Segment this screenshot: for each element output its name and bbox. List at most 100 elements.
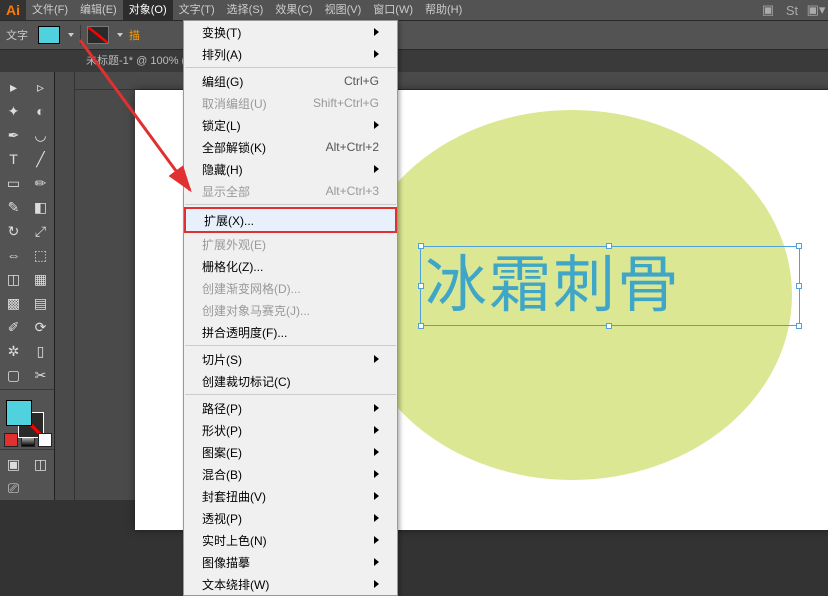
submenu-arrow-icon	[374, 121, 379, 129]
menu-view[interactable]: 视图(V)	[319, 0, 368, 20]
pen-tool-icon[interactable]: ✒	[0, 123, 27, 147]
screen-mode-icon[interactable]: ▣	[0, 452, 27, 476]
artboard-tool-icon[interactable]: ▢	[0, 363, 27, 387]
selection-handle[interactable]	[796, 283, 802, 289]
help-icon[interactable]: ▣	[756, 0, 780, 22]
menu-item: 创建对象马赛克(J)...	[184, 299, 397, 321]
menu-edit[interactable]: 编辑(E)	[74, 0, 123, 20]
menu-item[interactable]: 创建裁切标记(C)	[184, 370, 397, 392]
free-transform-tool-icon[interactable]: ⬚	[27, 243, 54, 267]
menu-item[interactable]: 栅格化(Z)...	[184, 255, 397, 277]
menu-item[interactable]: 图像描摹	[184, 551, 397, 573]
menu-item[interactable]: 封套扭曲(V)	[184, 485, 397, 507]
menu-item[interactable]: 隐藏(H)	[184, 158, 397, 180]
menu-item[interactable]: 扩展(X)...	[184, 207, 397, 233]
selection-handle[interactable]	[418, 323, 424, 329]
menu-item-label: 文本绕排(W)	[202, 576, 269, 593]
menu-separator	[185, 204, 396, 205]
menu-item[interactable]: 变换(T)	[184, 21, 397, 43]
curvature-tool-icon[interactable]: ◡	[27, 123, 54, 147]
ruler-vertical	[55, 72, 75, 500]
rotate-tool-icon[interactable]: ↻	[0, 219, 27, 243]
menu-item-label: 变换(T)	[202, 24, 241, 41]
eyedropper-tool-icon[interactable]: ✐	[0, 315, 27, 339]
chevron-down-icon[interactable]	[117, 33, 123, 37]
menu-window[interactable]: 窗口(W)	[367, 0, 419, 20]
workspace-icon[interactable]: ▣▾	[804, 0, 828, 22]
selection-handle[interactable]	[796, 243, 802, 249]
menu-item-label: 扩展外观(E)	[202, 236, 266, 253]
menu-item[interactable]: 锁定(L)	[184, 114, 397, 136]
menu-item[interactable]: 拼合透明度(F)...	[184, 321, 397, 343]
none-mode-icon[interactable]	[38, 433, 52, 447]
menu-item[interactable]: 文本绕排(W)	[184, 573, 397, 595]
app-logo-icon: Ai	[0, 0, 26, 20]
menu-item[interactable]: 形状(P)	[184, 419, 397, 441]
color-picker[interactable]	[0, 396, 54, 429]
selection-handle[interactable]	[418, 283, 424, 289]
selection-handle[interactable]	[796, 323, 802, 329]
magic-wand-tool-icon[interactable]: ✦	[0, 99, 27, 123]
menu-item[interactable]: 路径(P)	[184, 397, 397, 419]
submenu-arrow-icon	[374, 28, 379, 36]
menu-type[interactable]: 文字(T)	[173, 0, 221, 20]
menu-item[interactable]: 实时上色(N)	[184, 529, 397, 551]
submenu-arrow-icon	[374, 514, 379, 522]
menu-select[interactable]: 选择(S)	[221, 0, 270, 20]
control-toolbar: 文字 描	[0, 20, 828, 50]
blend-tool-icon[interactable]: ⟳	[27, 315, 54, 339]
menu-item[interactable]: 编组(G)Ctrl+G	[184, 70, 397, 92]
perspective-tool-icon[interactable]: ▦	[27, 267, 54, 291]
lasso-tool-icon[interactable]: ◐	[27, 99, 54, 123]
menu-item-label: 显示全部	[202, 183, 250, 200]
fill-swatch-icon[interactable]	[6, 400, 32, 426]
scale-tool-icon[interactable]: ⤢	[27, 219, 54, 243]
line-tool-icon[interactable]: ╱	[27, 147, 54, 171]
menu-object[interactable]: 对象(O)	[123, 0, 173, 20]
selection-handle[interactable]	[606, 243, 612, 249]
menu-item-label: 隐藏(H)	[202, 161, 243, 178]
menu-item: 扩展外观(E)	[184, 233, 397, 255]
gradient-tool-icon[interactable]: ▤	[27, 291, 54, 315]
menu-item-label: 创建对象马赛克(J)...	[202, 302, 310, 319]
eraser-tool-icon[interactable]: ◧	[27, 195, 54, 219]
stroke-none-icon[interactable]	[87, 26, 109, 44]
document-tab-bar: 未标题-1* @ 100% (C...	[0, 50, 828, 72]
fill-color-swatch[interactable]	[38, 26, 60, 44]
brush-tool-icon[interactable]: ✏	[27, 171, 54, 195]
mesh-tool-icon[interactable]: ▩	[0, 291, 27, 315]
menu-item[interactable]: 全部解锁(K)Alt+Ctrl+2	[184, 136, 397, 158]
menu-item-label: 实时上色(N)	[202, 532, 267, 549]
layout-icon[interactable]: St	[780, 0, 804, 22]
color-mode-icon[interactable]	[4, 433, 18, 447]
selection-tool-icon[interactable]: ▸	[0, 75, 27, 99]
menu-item[interactable]: 切片(S)	[184, 348, 397, 370]
selection-handle[interactable]	[418, 243, 424, 249]
menu-item-label: 透视(P)	[202, 510, 242, 527]
menu-help[interactable]: 帮助(H)	[419, 0, 468, 20]
graph-tool-icon[interactable]: ▯	[27, 339, 54, 363]
menu-item[interactable]: 排列(A)	[184, 43, 397, 65]
draw-mode-icon[interactable]: ◫	[27, 452, 54, 476]
text-object[interactable]: 冰霜刺骨	[420, 246, 800, 326]
shape-builder-tool-icon[interactable]: ◫	[0, 267, 27, 291]
menu-item[interactable]: 混合(B)	[184, 463, 397, 485]
chevron-down-icon[interactable]	[68, 33, 74, 37]
pencil-tool-icon[interactable]: ✎	[0, 195, 27, 219]
type-tool-icon[interactable]: T	[0, 147, 27, 171]
menu-item-label: 创建裁切标记(C)	[202, 373, 291, 390]
menu-effect[interactable]: 效果(C)	[269, 0, 318, 20]
symbol-tool-icon[interactable]: ✲	[0, 339, 27, 363]
rectangle-tool-icon[interactable]: ▭	[0, 171, 27, 195]
toolbox: ▸▹ ✦◐ ✒◡ T╱ ▭✏ ✎◧ ↻⤢ ⇔⬚ ◫▦ ▩▤ ✐⟳ ✲▯ ▢✂ ▣…	[0, 72, 55, 500]
change-screen-icon[interactable]: ⎚	[0, 476, 27, 500]
selection-handle[interactable]	[606, 323, 612, 329]
stroke-label: 描	[129, 27, 140, 43]
slice-tool-icon[interactable]: ✂	[27, 363, 54, 387]
direct-selection-tool-icon[interactable]: ▹	[27, 75, 54, 99]
menu-item-label: 锁定(L)	[202, 117, 241, 134]
menu-item[interactable]: 图案(E)	[184, 441, 397, 463]
width-tool-icon[interactable]: ⇔	[0, 243, 27, 267]
menu-file[interactable]: 文件(F)	[26, 0, 74, 20]
menu-item[interactable]: 透视(P)	[184, 507, 397, 529]
